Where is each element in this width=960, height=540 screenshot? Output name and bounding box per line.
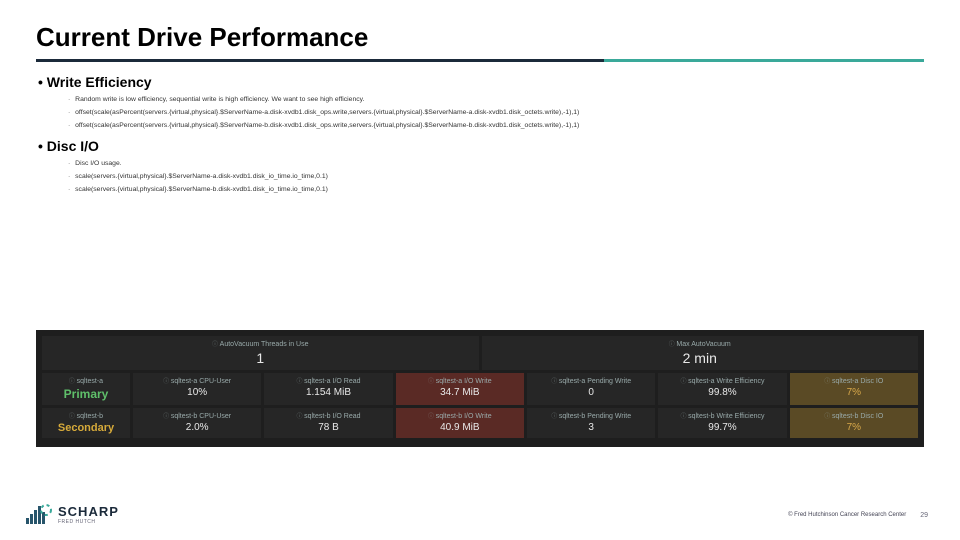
panel-write-b-header: sqltest-b I/O Write bbox=[400, 411, 520, 420]
panel-weff-a-header: sqltest-a Write Efficiency bbox=[662, 376, 782, 385]
dashboard: AutoVacuum Threads in Use 1 Max AutoVacuu… bbox=[36, 330, 924, 447]
panel-name-a: sqltest-a Primary bbox=[42, 373, 130, 405]
footer: SCHARP FRED HUTCH © Fred Hutchinson Canc… bbox=[0, 498, 960, 532]
panel-io-a-value: 7% bbox=[794, 387, 914, 398]
write-efficiency-desc: Random write is low efficiency, sequenti… bbox=[68, 96, 924, 105]
page-number: 29 bbox=[920, 512, 928, 519]
panel-cpu-a-header: sqltest-a CPU-User bbox=[137, 376, 257, 385]
panel-io-b-header: sqltest-b Disc IO bbox=[794, 411, 914, 420]
panel-maxav-value: 2 min bbox=[486, 350, 915, 366]
write-efficiency-heading: Write Efficiency bbox=[38, 74, 924, 90]
panel-cpu-a-value: 10% bbox=[137, 387, 257, 398]
panel-weff-a-value: 99.8% bbox=[662, 387, 782, 398]
panel-weff-b-header: sqltest-b Write Efficiency bbox=[662, 411, 782, 420]
disc-code-b: scale(servers.{virtual,physical}.$Server… bbox=[68, 186, 924, 195]
copyright: © Fred Hutchinson Cancer Research Center bbox=[788, 512, 906, 518]
scharp-logo: SCHARP FRED HUTCH bbox=[24, 504, 119, 526]
panel-threads-value: 1 bbox=[46, 350, 475, 366]
panel-cpu-b-header: sqltest-b CPU-User bbox=[137, 411, 257, 420]
panel-weff-b: sqltest-b Write Efficiency 99.7% bbox=[658, 408, 786, 438]
panel-io-b: sqltest-b Disc IO 7% bbox=[790, 408, 918, 438]
panel-pending-a: sqltest-a Pending Write 0 bbox=[527, 373, 655, 405]
disc-code-a: scale(servers.{virtual,physical}.$Server… bbox=[68, 173, 924, 182]
panel-cpu-b: sqltest-b CPU-User 2.0% bbox=[133, 408, 261, 438]
logo-text: SCHARP bbox=[58, 505, 119, 518]
panel-name-a-header: sqltest-a bbox=[46, 376, 126, 385]
panel-write-a-header: sqltest-a I/O Write bbox=[400, 376, 520, 385]
panel-threads-header: AutoVacuum Threads in Use bbox=[46, 339, 475, 348]
write-code-b: offset(scale(asPercent(servers.{virtual,… bbox=[68, 122, 924, 131]
write-code-a: offset(scale(asPercent(servers.{virtual,… bbox=[68, 109, 924, 118]
panel-read-a-header: sqltest-a I/O Read bbox=[268, 376, 388, 385]
panel-pending-b: sqltest-b Pending Write 3 bbox=[527, 408, 655, 438]
panel-io-b-value: 7% bbox=[794, 422, 914, 433]
slide-title: Current Drive Performance bbox=[36, 22, 924, 53]
panel-name-a-value: Primary bbox=[46, 387, 126, 401]
disc-io-desc: Disc I/O usage. bbox=[68, 160, 924, 169]
panel-pending-b-header: sqltest-b Pending Write bbox=[531, 411, 651, 420]
panel-io-a-header: sqltest-a Disc IO bbox=[794, 376, 914, 385]
panel-weff-a: sqltest-a Write Efficiency 99.8% bbox=[658, 373, 786, 405]
disc-io-heading: Disc I/O bbox=[38, 138, 924, 154]
logo-icon bbox=[24, 504, 52, 526]
panel-name-b-value: Secondary bbox=[46, 422, 126, 434]
panel-read-b-value: 78 B bbox=[268, 422, 388, 433]
panel-io-a: sqltest-a Disc IO 7% bbox=[790, 373, 918, 405]
panel-pending-a-value: 0 bbox=[531, 387, 651, 398]
panel-name-b: sqltest-b Secondary bbox=[42, 408, 130, 438]
title-rule bbox=[36, 59, 924, 62]
panel-pending-a-header: sqltest-a Pending Write bbox=[531, 376, 651, 385]
panel-read-a-value: 1.154 MiB bbox=[268, 387, 388, 398]
panel-weff-b-value: 99.7% bbox=[662, 422, 782, 433]
panel-max-autovacuum: Max AutoVacuum 2 min bbox=[482, 336, 919, 370]
panel-cpu-a: sqltest-a CPU-User 10% bbox=[133, 373, 261, 405]
panel-name-b-header: sqltest-b bbox=[46, 411, 126, 420]
panel-read-b: sqltest-b I/O Read 78 B bbox=[264, 408, 392, 438]
panel-threads: AutoVacuum Threads in Use 1 bbox=[42, 336, 479, 370]
panel-write-a-value: 34.7 MiB bbox=[400, 387, 520, 398]
panel-read-a: sqltest-a I/O Read 1.154 MiB bbox=[264, 373, 392, 405]
panel-cpu-b-value: 2.0% bbox=[137, 422, 257, 433]
panel-write-b-value: 40.9 MiB bbox=[400, 422, 520, 433]
panel-maxav-header: Max AutoVacuum bbox=[486, 339, 915, 348]
panel-read-b-header: sqltest-b I/O Read bbox=[268, 411, 388, 420]
logo-subtext: FRED HUTCH bbox=[58, 519, 119, 525]
panel-pending-b-value: 3 bbox=[531, 422, 651, 433]
panel-write-a: sqltest-a I/O Write 34.7 MiB bbox=[396, 373, 524, 405]
panel-write-b: sqltest-b I/O Write 40.9 MiB bbox=[396, 408, 524, 438]
